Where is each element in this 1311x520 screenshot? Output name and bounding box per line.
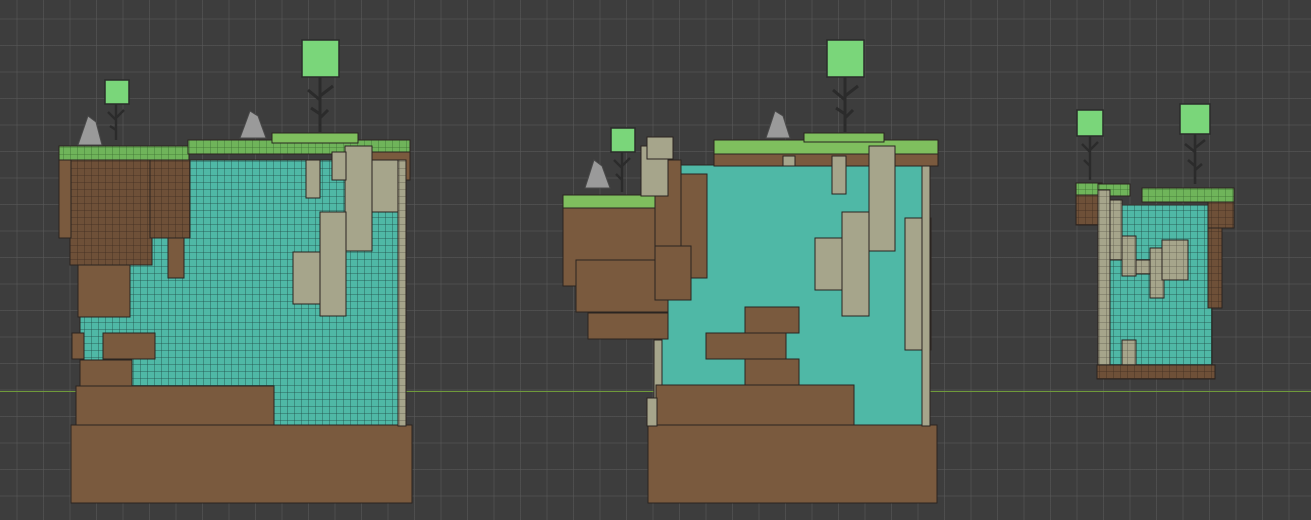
island-right[interactable]: [1075, 103, 1235, 380]
stone-pillar: [921, 165, 931, 427]
dirt-block: [71, 332, 85, 360]
tree-sprite: [301, 39, 340, 132]
rock-sprite: [584, 159, 611, 189]
dirt-block: [655, 384, 855, 426]
dirt-block: [587, 312, 669, 340]
stone-pillar: [814, 237, 843, 291]
dirt-block: [705, 332, 787, 360]
dirt-block: [713, 153, 939, 167]
tree-sprite: [826, 39, 865, 132]
stone-pillar: [331, 151, 347, 181]
dirt-tiles: [149, 159, 191, 239]
stone-pillar: [397, 159, 407, 427]
grass-strip: [271, 132, 359, 144]
tree-sprite: [104, 79, 130, 140]
island-middle[interactable]: [562, 39, 939, 504]
dirt-block: [75, 385, 275, 427]
stone-pillar: [646, 397, 658, 427]
dirt-block: [575, 259, 669, 313]
rock-sprite: [77, 115, 103, 146]
stone-pillar: [344, 145, 373, 252]
dirt-tiles: [1075, 194, 1099, 226]
rock-sprite: [239, 110, 267, 139]
dirt-block: [744, 358, 800, 386]
tree-sprite: [1179, 103, 1211, 184]
stone-pillar: [782, 155, 796, 167]
grass-strip: [58, 145, 190, 161]
dirt-base: [70, 424, 413, 504]
scene-canvas[interactable]: [0, 0, 1311, 520]
tree-sprite: [1076, 109, 1104, 180]
stone-pillar: [292, 251, 321, 305]
dirt-base: [647, 424, 938, 504]
dirt-tiles: [69, 159, 153, 266]
tree-sprite: [610, 127, 636, 192]
rock-sprite: [765, 110, 791, 139]
stone-pillar: [646, 136, 674, 160]
stone-pillar: [831, 155, 847, 195]
stone-pillar: [371, 159, 399, 213]
dirt-tiles: [1096, 364, 1216, 380]
stone-pillar: [319, 211, 347, 317]
dirt-tiles: [1207, 201, 1235, 229]
stone-tiles: [1135, 259, 1151, 275]
stone-tiles: [1161, 239, 1189, 281]
dirt-block: [77, 264, 131, 318]
dirt-block: [744, 306, 800, 334]
dirt-block: [58, 159, 72, 239]
dirt-tiles: [1207, 227, 1223, 309]
stone-tiles: [1121, 235, 1137, 277]
stone-tiles: [1109, 199, 1123, 261]
stone-pillar: [305, 159, 321, 199]
stone-pillar: [868, 145, 896, 252]
dirt-block: [167, 237, 185, 279]
stone-pillar: [841, 211, 870, 317]
dirt-block: [79, 359, 133, 387]
dirt-block: [102, 332, 156, 360]
grass-strip: [1141, 187, 1235, 203]
dirt-block: [654, 245, 692, 301]
island-left[interactable]: [58, 39, 413, 504]
grass-strip: [803, 132, 885, 143]
stone-tiles: [1121, 339, 1137, 366]
stone-tiles: [1097, 189, 1111, 366]
